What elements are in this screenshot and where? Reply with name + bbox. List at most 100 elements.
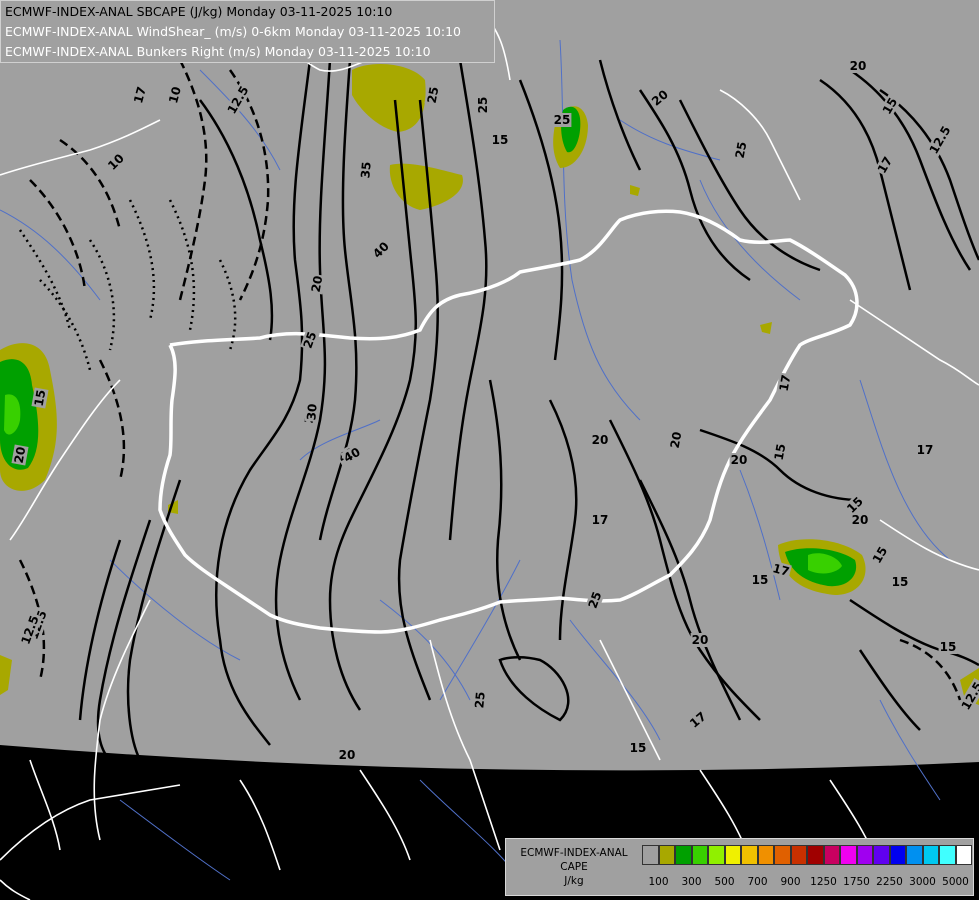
svg-text:10: 10 (166, 85, 184, 105)
contour-label: 12.5 (925, 121, 955, 159)
legend-swatch (873, 845, 890, 865)
legend-swatch (939, 845, 956, 865)
title-windshear: ECMWF-INDEX-ANAL WindShear_ (m/s) 0-6km … (5, 24, 461, 39)
contour-label: 15 (890, 575, 910, 589)
contour-label: 15 (490, 133, 510, 147)
contour-label: 12.5 (223, 81, 253, 119)
svg-text:17: 17 (131, 85, 149, 105)
svg-text:15: 15 (892, 575, 909, 589)
contour-label: 25 (552, 113, 572, 127)
legend-swatch (906, 845, 923, 865)
contour-label: 15 (628, 741, 648, 755)
contour-label: 35 (358, 160, 374, 180)
svg-text:25: 25 (733, 141, 750, 160)
svg-text:15: 15 (870, 544, 890, 565)
legend-tick-label: 1250 (810, 876, 837, 888)
contour-label: 20 (11, 444, 29, 466)
legend-swatch (955, 845, 972, 865)
legend-title: ECMWF-INDEX-ANAL CAPE J/kg (510, 846, 638, 888)
legend-tick-label: 100 (648, 876, 669, 888)
legend-tick-label: 500 (714, 876, 735, 888)
svg-text:17: 17 (687, 709, 709, 730)
contour-label: 15 (771, 441, 789, 463)
legend-tick-label: 3000 (909, 876, 936, 888)
legend-swatches (642, 845, 972, 867)
legend-field: CAPE (560, 861, 588, 873)
contour-label: 15 (31, 387, 49, 409)
contour-label: 17 (770, 560, 792, 580)
contour-label: 10 (165, 84, 185, 106)
svg-text:17: 17 (592, 513, 609, 527)
svg-text:17: 17 (875, 154, 895, 175)
svg-text:20: 20 (339, 748, 356, 762)
legend-swatch (675, 845, 692, 865)
legend-swatch (708, 845, 725, 865)
svg-text:20: 20 (692, 633, 709, 647)
contour-label: 17 (686, 708, 710, 732)
contour-label: 15 (938, 640, 958, 654)
legend-swatch (889, 845, 906, 865)
svg-text:15: 15 (772, 443, 789, 462)
contour-label: 12.5 (957, 677, 979, 715)
legend-swatch (642, 845, 659, 865)
contour-label: 30 (304, 402, 320, 422)
svg-text:15: 15 (630, 741, 647, 755)
title-main: ECMWF-INDEX-ANAL SBCAPE (J/kg) Monday 03… (5, 4, 393, 19)
svg-text:25: 25 (472, 691, 487, 709)
legend-swatch (774, 845, 791, 865)
svg-text:17: 17 (917, 443, 934, 457)
contour-label: 20 (337, 748, 357, 762)
svg-text:15: 15 (940, 640, 957, 654)
map-panel: 12.51012.5172525202520171512.53510404020… (0, 0, 979, 900)
contour-label: 17 (874, 153, 896, 177)
cape-legend: ECMWF-INDEX-ANAL CAPE J/kg 100 300 500 700 9… (505, 838, 974, 896)
contour-label: 15 (879, 94, 901, 118)
legend-tick-label: 300 (681, 876, 702, 888)
legend-tick-label: 700 (747, 876, 768, 888)
svg-text:25: 25 (476, 97, 490, 114)
contour-label: 17 (915, 443, 935, 457)
svg-text:30: 30 (304, 403, 319, 421)
contour-label-layer: 12.51012.5172525202520171512.53510404020… (11, 59, 979, 762)
svg-text:12.5: 12.5 (225, 84, 252, 117)
contour-label: 17 (776, 372, 794, 394)
contour-label: 20 (590, 433, 610, 447)
legend-swatch (790, 845, 807, 865)
contour-label: 15 (869, 543, 891, 567)
title-bunkers: ECMWF-INDEX-ANAL Bunkers Right (m/s) Mon… (5, 44, 431, 59)
svg-text:25: 25 (554, 113, 571, 127)
contour-label: 10 (104, 150, 128, 174)
contour-label: 25 (472, 690, 488, 710)
svg-text:20: 20 (668, 431, 685, 450)
svg-text:20: 20 (852, 513, 869, 527)
legend-model: ECMWF-INDEX-ANAL (520, 847, 628, 859)
contour-label: 25 (585, 588, 605, 612)
svg-text:17: 17 (777, 374, 794, 393)
contour-label: 20 (850, 513, 870, 527)
contour-label: 15 (750, 573, 770, 587)
legend-swatch (658, 845, 675, 865)
legend-swatch (807, 845, 824, 865)
svg-text:25: 25 (425, 86, 442, 105)
legend-swatch (823, 845, 840, 865)
svg-text:17: 17 (771, 561, 791, 579)
legend-unit: J/kg (564, 875, 584, 887)
svg-text:15: 15 (880, 95, 900, 116)
contour-label: 20 (648, 86, 672, 110)
contour-label: 40 (369, 238, 393, 262)
legend-swatch (922, 845, 939, 865)
legend-tick-label: 2250 (876, 876, 903, 888)
legend-swatch (691, 845, 708, 865)
contour-label: 25 (300, 328, 320, 352)
legend-tick-label: 5000 (942, 876, 969, 888)
legend-tick-label: 900 (780, 876, 801, 888)
svg-text:35: 35 (358, 161, 373, 179)
svg-text:12.5: 12.5 (959, 680, 979, 713)
contour-label: 20 (729, 453, 749, 467)
contour-label: 25 (732, 139, 750, 161)
title-box: ECMWF-INDEX-ANAL SBCAPE (J/kg) Monday 03… (0, 0, 495, 63)
contour-label: 20 (690, 633, 710, 647)
legend-swatch (741, 845, 758, 865)
svg-text:15: 15 (32, 389, 49, 408)
contour-label: 20 (667, 429, 685, 451)
